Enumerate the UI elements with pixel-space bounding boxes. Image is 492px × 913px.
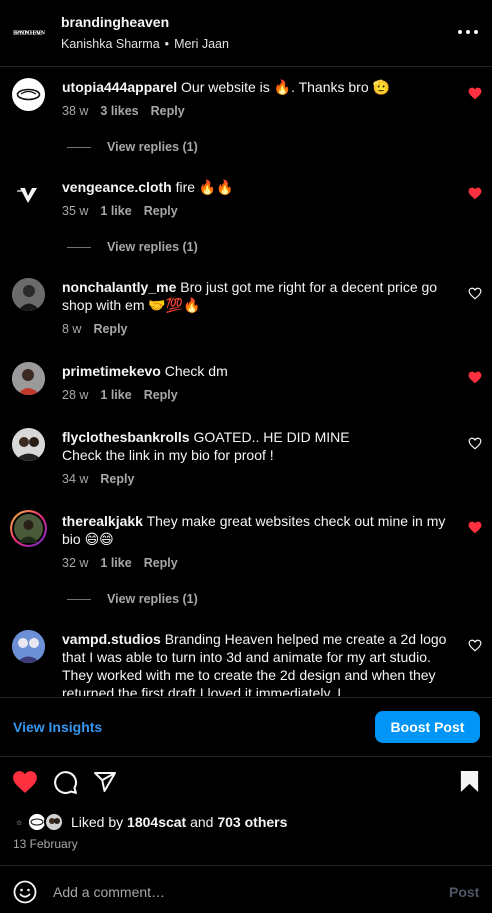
bookmark-filled-icon[interactable]: [459, 770, 480, 793]
view-replies-button[interactable]: View replies (1): [67, 140, 198, 154]
comment-item: vampd.studios Branding Heaven helped me …: [0, 630, 492, 696]
comment-likes[interactable]: 1 like: [100, 556, 131, 570]
heart-outline-icon[interactable]: [468, 287, 482, 300]
avatar[interactable]: [12, 428, 45, 461]
view-replies-button[interactable]: View replies (1): [67, 240, 198, 254]
comment-text: vampd.studios Branding Heaven helped me …: [62, 631, 447, 696]
post-date: 13 February: [13, 837, 78, 851]
heart-filled-icon[interactable]: [468, 371, 482, 384]
svg-text:BRANDINGHEAVEN: BRANDINGHEAVEN: [13, 31, 46, 37]
comment-username[interactable]: primetimekevo: [62, 363, 161, 379]
view-replies-button[interactable]: View replies (1): [67, 592, 198, 606]
comment-username[interactable]: flyclothesbankrolls: [62, 429, 190, 445]
reply-button[interactable]: Reply: [144, 204, 178, 218]
heart-filled-icon[interactable]: [468, 87, 482, 100]
comment-username[interactable]: vampd.studios: [62, 631, 161, 647]
heart-outline-icon[interactable]: [468, 639, 482, 652]
audio-info[interactable]: Kanishka Sharma • Meri Jaan: [61, 37, 229, 51]
brand-wordmark-icon[interactable]: BRANDINGHEAVEN: [12, 26, 46, 38]
view-insights-link[interactable]: View Insights: [13, 719, 102, 735]
avatar[interactable]: [12, 630, 45, 663]
svg-text:☆: ☆: [16, 819, 22, 827]
liked-by-user[interactable]: 1804scat: [127, 814, 186, 830]
add-comment-input[interactable]: [53, 882, 433, 902]
comment-icon[interactable]: [53, 770, 78, 795]
actions-divider: [0, 756, 492, 757]
reply-button[interactable]: Reply: [100, 472, 134, 486]
avatar: [44, 812, 64, 832]
liked-by-others[interactable]: 703 others: [217, 814, 287, 830]
comment-text: utopia444apparel Our website is 🔥. Thank…: [62, 79, 390, 95]
audio-artist: Kanishka Sharma: [61, 37, 160, 51]
reply-button[interactable]: Reply: [144, 388, 178, 402]
header-divider: [0, 66, 492, 67]
comment-username[interactable]: utopia444apparel: [62, 79, 177, 95]
comment-likes[interactable]: 3 likes: [100, 104, 138, 118]
comment-meta: 28 w 1 like Reply: [62, 388, 460, 404]
comment-likes[interactable]: 1 like: [100, 204, 131, 218]
comment-text: nonchalantly_me Bro just got me right fo…: [62, 279, 438, 313]
comment-text: flyclothesbankrolls GOATED.. HE DID MINE…: [62, 429, 350, 463]
comment-time: 34 w: [62, 472, 89, 486]
comment-text: primetimekevo Check dm: [62, 363, 228, 379]
reply-button[interactable]: Reply: [144, 556, 178, 570]
comment-time: 8 w: [62, 322, 82, 336]
more-horizontal-icon[interactable]: [458, 30, 478, 36]
comment-meta: 38 w 3 likes Reply: [62, 104, 460, 120]
boost-post-button[interactable]: Boost Post: [375, 711, 480, 743]
reply-button[interactable]: Reply: [151, 104, 185, 118]
comment-time: 35 w: [62, 204, 89, 218]
comment-meta: 32 w 1 like Reply: [62, 556, 460, 572]
avatar[interactable]: [12, 362, 45, 395]
comment-meta: 34 w Reply: [62, 472, 460, 488]
emoji-icon[interactable]: [13, 880, 37, 904]
comment-text: vengeance.cloth fire 🔥🔥: [62, 179, 234, 195]
heart-filled-icon[interactable]: [468, 187, 482, 200]
avatar[interactable]: [12, 178, 45, 211]
avatar[interactable]: [12, 78, 45, 111]
audio-track: Meri Jaan: [174, 37, 229, 51]
heart-outline-icon[interactable]: [468, 437, 482, 450]
comment-time: 32 w: [62, 556, 89, 570]
heart-filled-icon[interactable]: [468, 521, 482, 534]
reply-button[interactable]: Reply: [93, 322, 127, 336]
comment-username[interactable]: therealkjakk: [62, 513, 143, 529]
avatar[interactable]: [12, 278, 45, 311]
comment-meta: 8 w Reply: [62, 322, 460, 338]
comment-meta: 35 w 1 like Reply: [62, 204, 460, 220]
avatar[interactable]: [10, 510, 47, 547]
comment-box-divider: [0, 865, 492, 866]
liked-by-text[interactable]: Liked by 1804scat and 703 others: [71, 814, 287, 830]
comment-text: therealkjakk They make great websites ch…: [62, 513, 446, 547]
audio-separator: •: [164, 37, 170, 51]
comment-time: 28 w: [62, 388, 89, 402]
comment-username[interactable]: vengeance.cloth: [62, 179, 172, 195]
header-username[interactable]: brandingheaven: [61, 14, 169, 30]
post-header: BRANDINGHEAVEN brandingheaven Kanishka S…: [0, 0, 492, 66]
send-icon[interactable]: [93, 770, 117, 794]
comment-time: 38 w: [62, 104, 89, 118]
insights-divider: [0, 697, 492, 698]
heart-filled-icon[interactable]: [12, 770, 38, 794]
comment-likes[interactable]: 1 like: [100, 388, 131, 402]
comment-username[interactable]: nonchalantly_me: [62, 279, 176, 295]
post-comment-button[interactable]: Post: [449, 884, 479, 900]
